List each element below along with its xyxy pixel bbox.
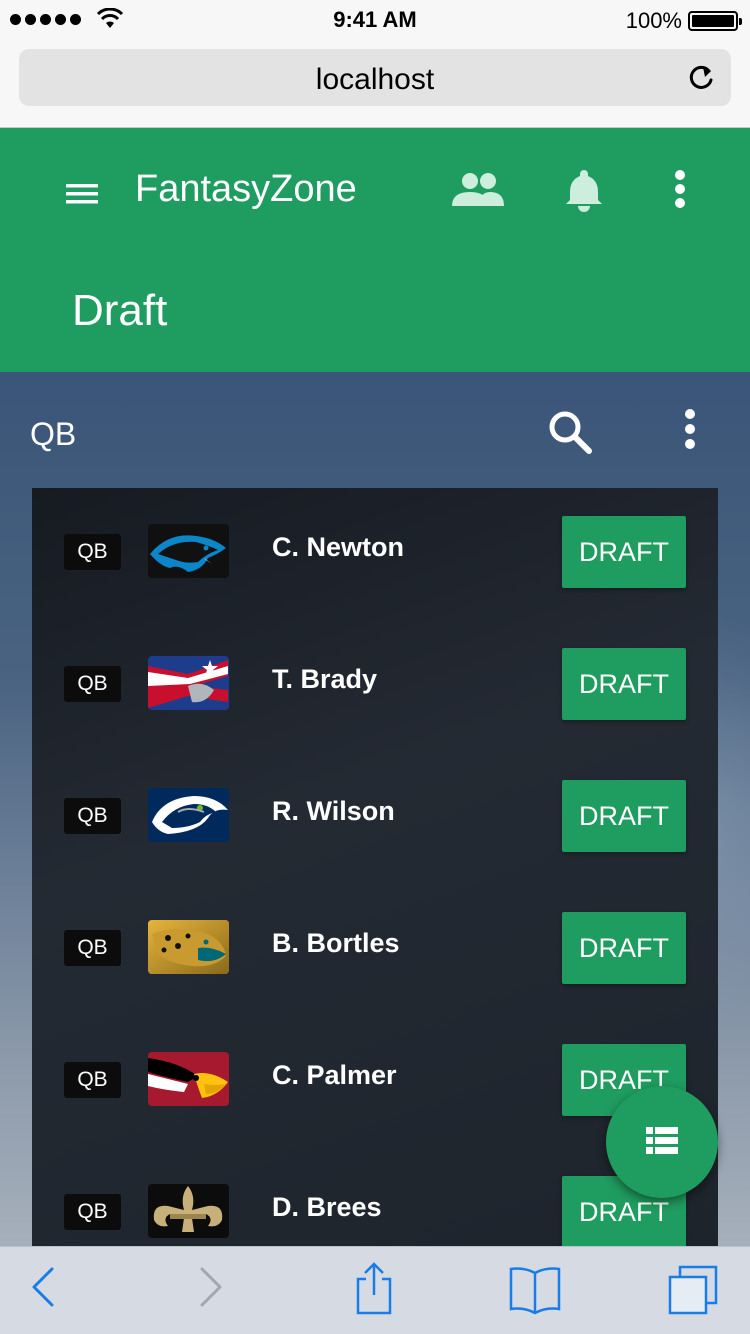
player-row: QB C. Newton DRAFT bbox=[32, 488, 718, 620]
patriots-logo bbox=[148, 656, 229, 710]
browser-address-area: localhost bbox=[0, 40, 750, 128]
people-icon[interactable] bbox=[450, 170, 506, 210]
position-badge: QB bbox=[64, 1194, 121, 1230]
position-filter-label: QB bbox=[30, 416, 77, 452]
cardinals-logo bbox=[148, 1052, 229, 1106]
draft-button[interactable]: DRAFT bbox=[562, 780, 686, 852]
player-row: QB R. Wilson DRAFT bbox=[32, 752, 718, 884]
notifications-bell-icon[interactable] bbox=[560, 166, 608, 214]
draft-button[interactable]: DRAFT bbox=[562, 648, 686, 720]
player-name: C. Palmer bbox=[272, 1060, 397, 1090]
menu-icon[interactable] bbox=[62, 174, 102, 214]
app-header: FantasyZone Draft bbox=[0, 128, 750, 372]
list-more-vert-icon[interactable] bbox=[676, 408, 704, 452]
player-name: C. Newton bbox=[272, 532, 404, 562]
jaguars-logo bbox=[148, 920, 229, 974]
player-name: B. Bortles bbox=[272, 928, 400, 958]
page-title: Draft bbox=[72, 286, 168, 335]
draft-button[interactable]: DRAFT bbox=[562, 912, 686, 984]
search-icon[interactable] bbox=[546, 408, 594, 456]
player-row: QB T. Brady DRAFT bbox=[32, 620, 718, 752]
position-badge: QB bbox=[64, 666, 121, 702]
view-list-fab[interactable] bbox=[606, 1086, 718, 1198]
seahawks-logo bbox=[148, 788, 229, 842]
position-badge: QB bbox=[64, 798, 121, 834]
saints-logo bbox=[148, 1184, 229, 1238]
forward-icon[interactable] bbox=[198, 1265, 224, 1309]
position-badge: QB bbox=[64, 1062, 121, 1098]
status-bar: 9:41 AM 100% bbox=[0, 0, 750, 40]
app-title: FantasyZone bbox=[135, 168, 357, 210]
panthers-logo bbox=[148, 524, 229, 578]
position-badge: QB bbox=[64, 534, 121, 570]
player-name: R. Wilson bbox=[272, 796, 395, 826]
back-icon[interactable] bbox=[30, 1265, 56, 1309]
view-list-icon bbox=[646, 1127, 678, 1154]
battery-icon bbox=[688, 11, 742, 31]
player-name: T. Brady bbox=[272, 664, 378, 694]
player-row: QB B. Bortles DRAFT bbox=[32, 884, 718, 1016]
share-icon[interactable] bbox=[354, 1261, 394, 1317]
url-text: localhost bbox=[315, 63, 435, 96]
draft-button[interactable]: DRAFT bbox=[562, 516, 686, 588]
bookmarks-icon[interactable] bbox=[508, 1265, 562, 1315]
browser-bottom-toolbar bbox=[0, 1246, 750, 1334]
address-bar[interactable]: localhost bbox=[19, 49, 731, 106]
player-name: D. Brees bbox=[272, 1192, 382, 1222]
battery-percentage: 100% bbox=[625, 8, 682, 33]
tabs-icon[interactable] bbox=[666, 1263, 720, 1317]
more-vert-icon[interactable] bbox=[665, 168, 695, 212]
position-badge: QB bbox=[64, 930, 121, 966]
reload-icon[interactable] bbox=[687, 63, 715, 93]
